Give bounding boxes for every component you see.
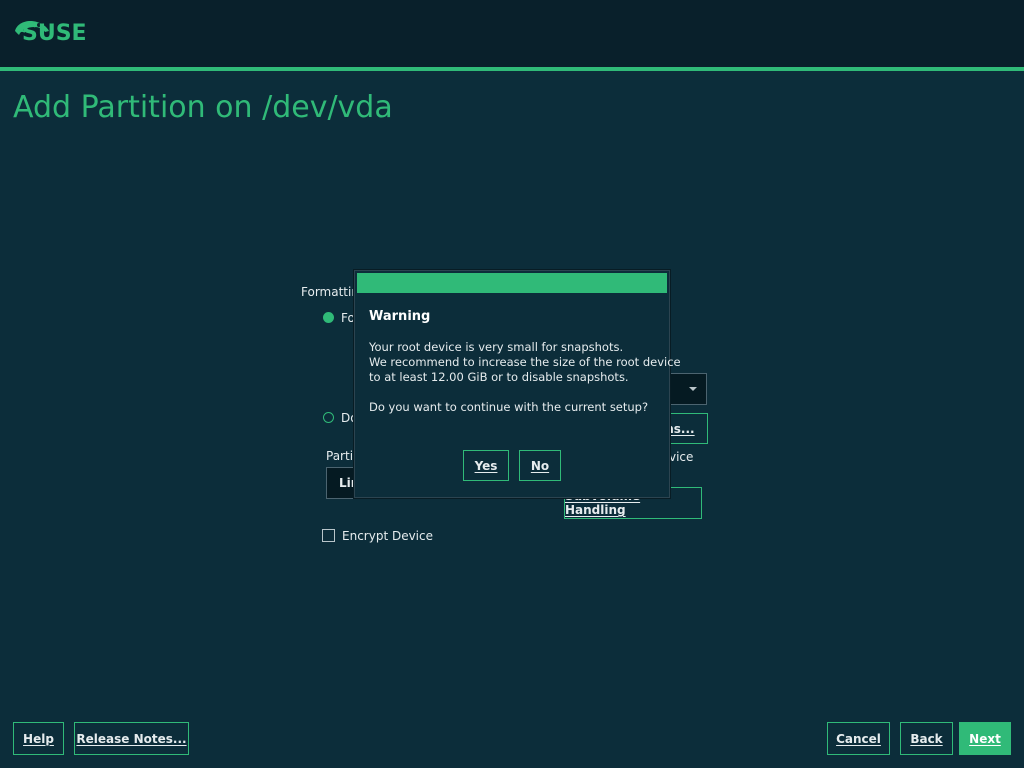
release-notes-button[interactable]: Release Notes... [74, 722, 189, 755]
header-bar [0, 0, 1024, 67]
back-button[interactable]: Back [900, 722, 953, 755]
page-title: Add Partition on /dev/vda [13, 90, 393, 125]
dialog-title-bar [357, 273, 667, 293]
dialog-message-line-2: We recommend to increase the size of the… [369, 355, 681, 369]
yes-button[interactable]: Yes [463, 450, 509, 481]
no-button[interactable]: No [519, 450, 561, 481]
dialog-message-line-1: Your root device is very small for snaps… [369, 340, 624, 354]
cancel-button[interactable]: Cancel [827, 722, 890, 755]
format-device-radio[interactable] [323, 312, 334, 323]
warning-dialog: Warning Your root device is very small f… [354, 270, 681, 498]
format-device-label: Fo [341, 311, 355, 325]
help-button[interactable]: Help [13, 722, 64, 755]
dialog-title: Warning [369, 309, 431, 324]
do-not-format-radio[interactable] [323, 412, 334, 423]
encrypt-device-label: Encrypt Device [342, 529, 433, 543]
header-divider [0, 67, 1024, 71]
encrypt-device-checkbox[interactable] [322, 529, 335, 542]
next-button[interactable]: Next [959, 722, 1011, 755]
mount-device-label: vice [669, 450, 694, 464]
partition-id-label: Partit [326, 449, 358, 463]
chevron-down-icon [689, 387, 697, 391]
dialog-question: Do you want to continue with the current… [369, 400, 649, 414]
suse-logo-text: SUSE [22, 21, 87, 46]
dialog-message-line-3: to at least 12.00 GiB or to disable snap… [369, 370, 629, 384]
formatting-options-label: Formattin [301, 285, 359, 299]
